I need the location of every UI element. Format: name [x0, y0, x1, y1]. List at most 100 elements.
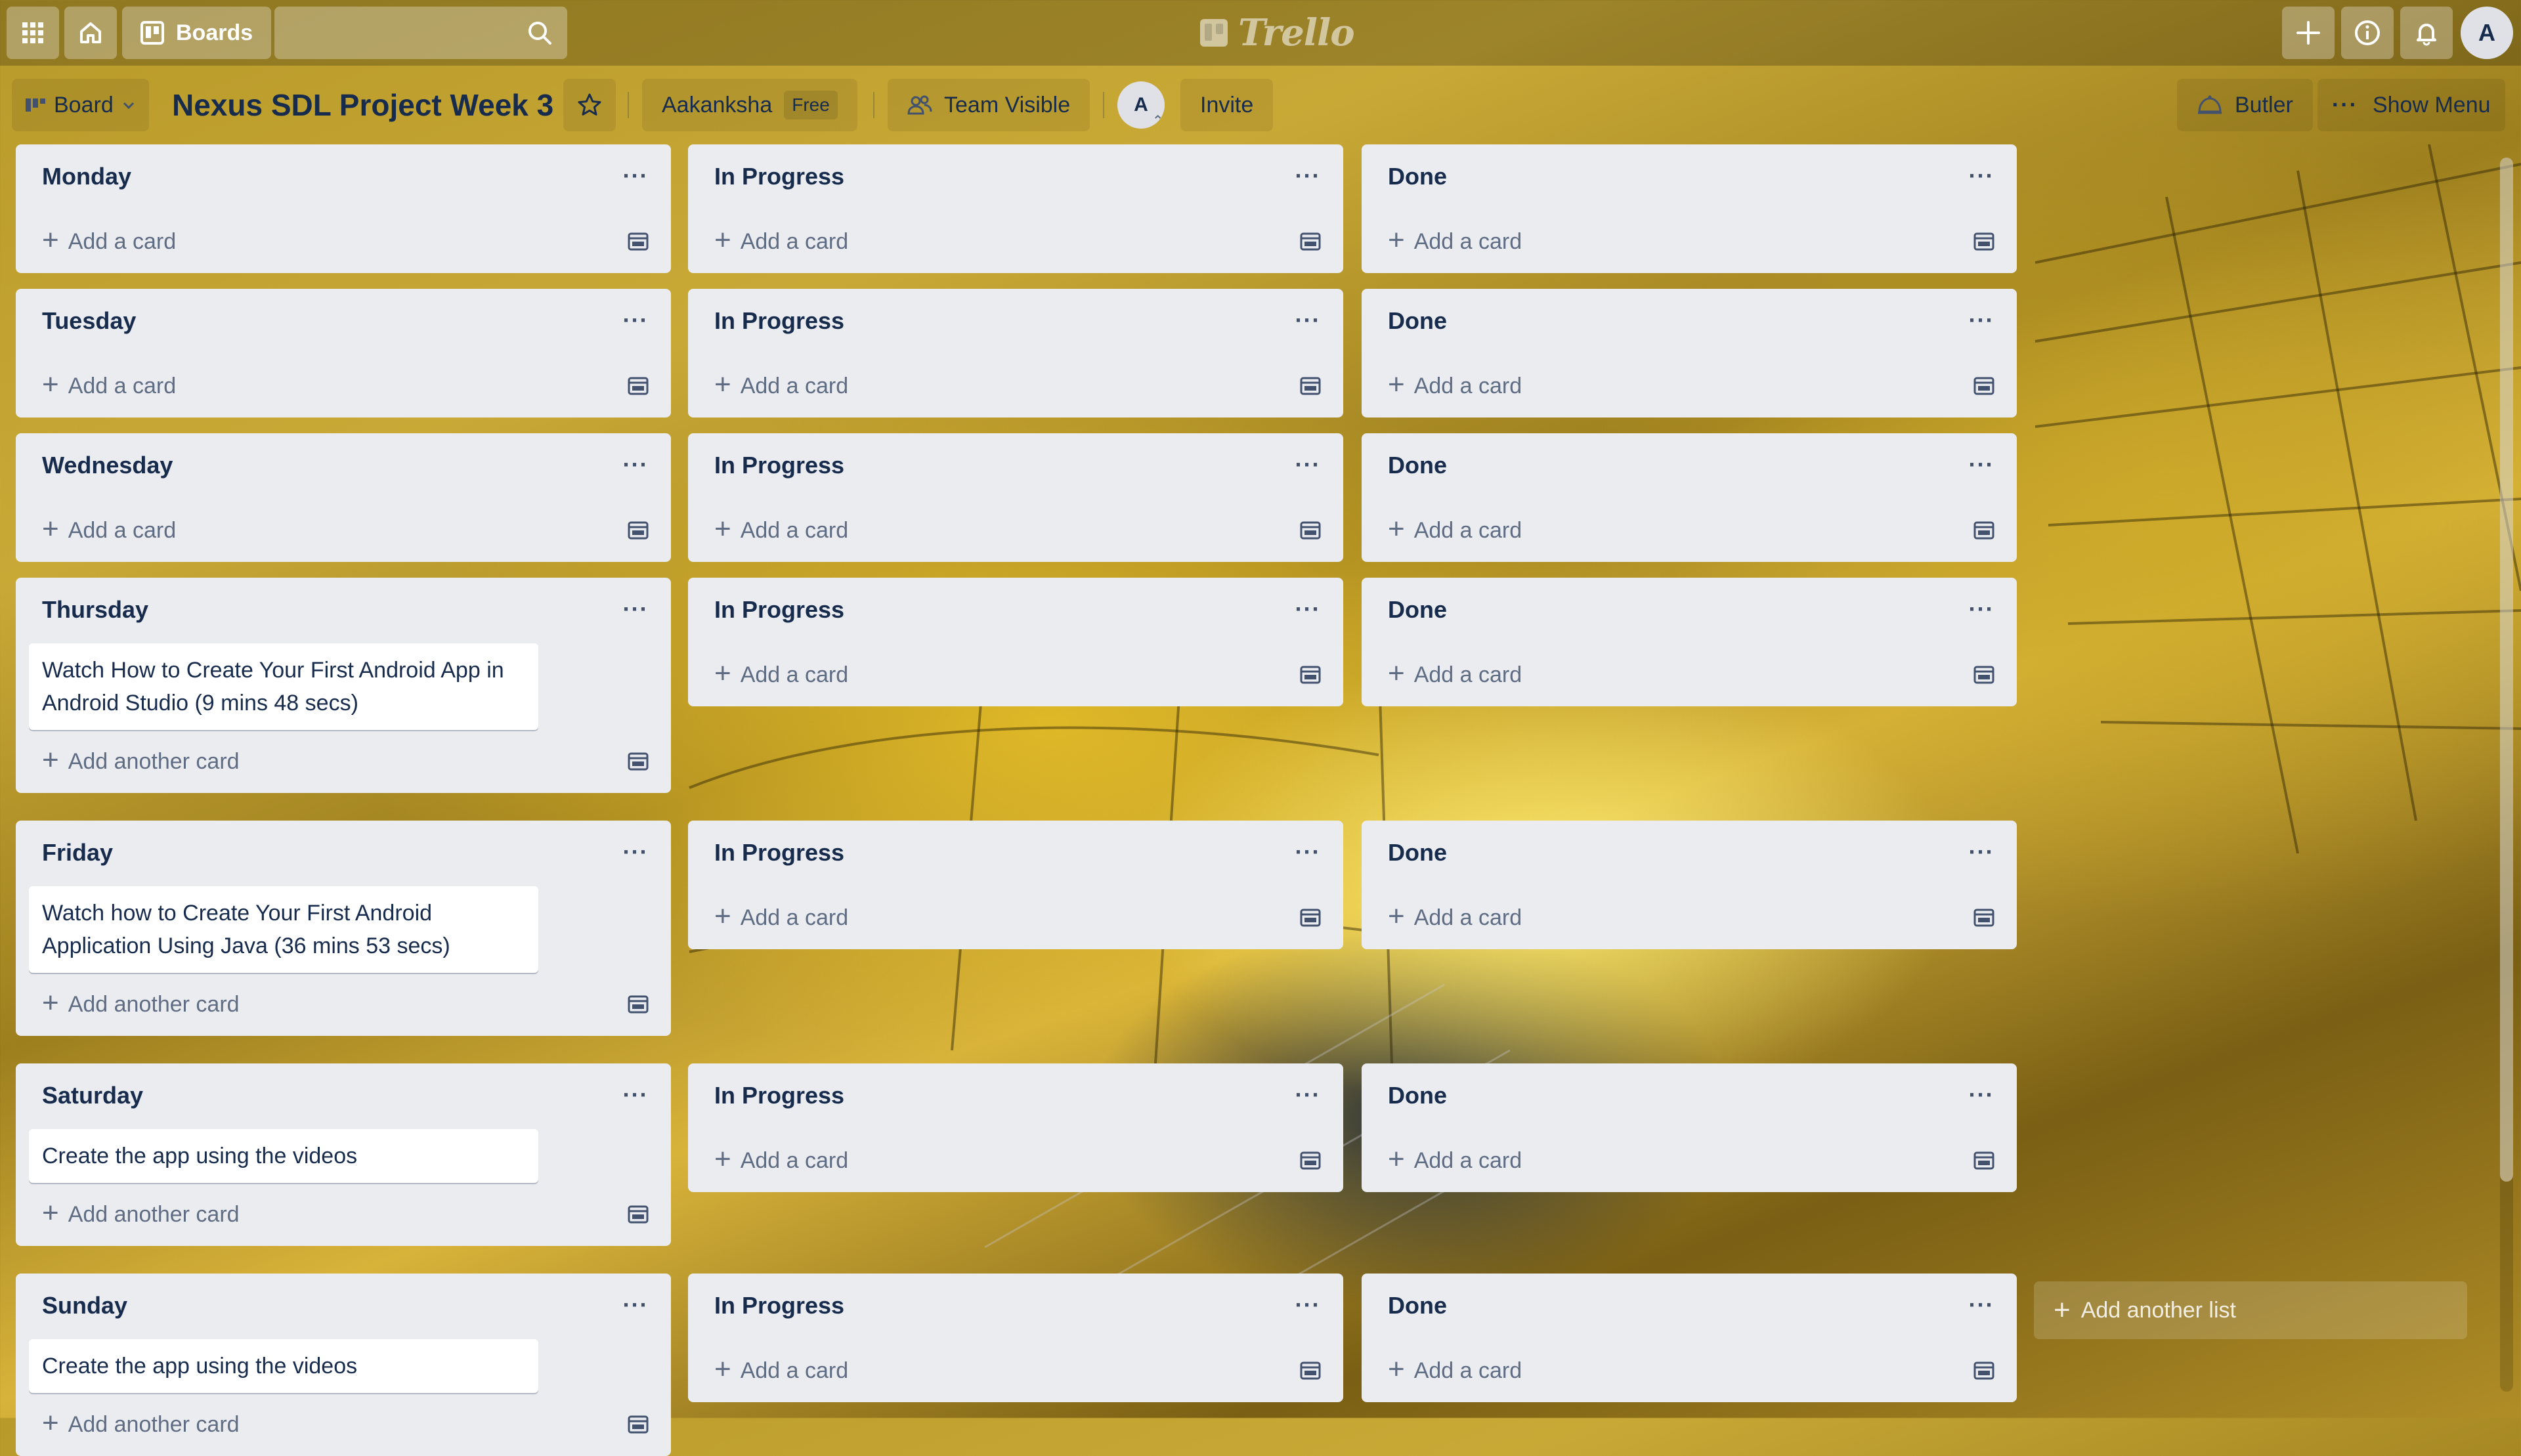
- card-template-icon[interactable]: [1295, 659, 1326, 691]
- card-template-icon[interactable]: [1295, 226, 1326, 257]
- user-avatar[interactable]: A: [2461, 7, 2513, 59]
- list-menu-button[interactable]: ···: [1962, 1075, 2001, 1115]
- list-menu-button[interactable]: ···: [616, 301, 655, 340]
- card[interactable]: Create the app using the videos: [29, 1129, 538, 1183]
- board-scrollbar[interactable]: [2500, 158, 2513, 1392]
- list-title[interactable]: In Progress: [714, 163, 844, 190]
- list-title[interactable]: Done: [1388, 1292, 1447, 1319]
- add-card-button[interactable]: + Add a card: [1377, 1140, 1532, 1182]
- add-card-button[interactable]: + Add a card: [1377, 897, 1532, 939]
- member-avatar[interactable]: A ⌃: [1117, 81, 1165, 129]
- add-card-button[interactable]: + Add a card: [704, 509, 859, 551]
- add-another-card-button[interactable]: + Add another card: [32, 1403, 250, 1445]
- add-another-card-button[interactable]: + Add another card: [32, 1193, 250, 1235]
- card-template-icon[interactable]: [1968, 226, 2000, 257]
- card-template-icon[interactable]: [1295, 1145, 1326, 1176]
- list-menu-button[interactable]: ···: [1962, 589, 2001, 629]
- trello-logo[interactable]: Trello: [1199, 11, 1355, 54]
- add-card-button[interactable]: + Add a card: [704, 1350, 859, 1392]
- add-another-list-button[interactable]: + Add another list: [2034, 1281, 2467, 1339]
- card-template-icon[interactable]: [622, 515, 654, 546]
- card[interactable]: Watch How to Create Your First Android A…: [29, 643, 538, 730]
- list-title[interactable]: Friday: [42, 839, 113, 867]
- add-card-button[interactable]: + Add a card: [1377, 221, 1532, 263]
- list-title[interactable]: Done: [1388, 163, 1447, 190]
- list-menu-button[interactable]: ···: [1962, 445, 2001, 484]
- list-menu-button[interactable]: ···: [1288, 301, 1327, 340]
- add-card-button[interactable]: + Add a card: [704, 897, 859, 939]
- scrollbar-thumb[interactable]: [2500, 158, 2513, 1182]
- list-title[interactable]: Wednesday: [42, 452, 173, 479]
- card[interactable]: Create the app using the videos: [29, 1339, 538, 1393]
- star-board-button[interactable]: [563, 79, 616, 131]
- boards-button[interactable]: Boards: [122, 7, 272, 59]
- add-another-card-button[interactable]: + Add another card: [32, 983, 250, 1025]
- card-template-icon[interactable]: [1295, 370, 1326, 402]
- list-title[interactable]: In Progress: [714, 307, 844, 335]
- list-menu-button[interactable]: ···: [1288, 832, 1327, 872]
- list-title[interactable]: Saturday: [42, 1082, 143, 1109]
- board-view-switcher[interactable]: Board: [12, 79, 149, 131]
- search-input[interactable]: [274, 7, 532, 59]
- list-title[interactable]: In Progress: [714, 1082, 844, 1109]
- list-title[interactable]: Monday: [42, 163, 131, 190]
- list-menu-button[interactable]: ···: [616, 445, 655, 484]
- list-title[interactable]: In Progress: [714, 839, 844, 867]
- invite-button[interactable]: Invite: [1180, 79, 1274, 131]
- add-card-button[interactable]: + Add a card: [1377, 1350, 1532, 1392]
- butler-button[interactable]: Butler: [2177, 79, 2313, 131]
- list-menu-button[interactable]: ···: [1962, 301, 2001, 340]
- list-menu-button[interactable]: ···: [616, 832, 655, 872]
- list-title[interactable]: Thursday: [42, 596, 148, 624]
- card[interactable]: Watch how to Create Your First Android A…: [29, 886, 538, 973]
- card-template-icon[interactable]: [1295, 515, 1326, 546]
- search-icon[interactable]: [527, 20, 553, 46]
- list-title[interactable]: Done: [1388, 452, 1447, 479]
- card-template-icon[interactable]: [622, 226, 654, 257]
- team-button[interactable]: Aakanksha Free: [642, 79, 857, 131]
- add-card-button[interactable]: + Add a card: [704, 654, 859, 696]
- list-menu-button[interactable]: ···: [1288, 1285, 1327, 1325]
- card-template-icon[interactable]: [622, 1409, 654, 1440]
- list-menu-button[interactable]: ···: [1288, 156, 1327, 196]
- add-card-button[interactable]: + Add a card: [32, 365, 186, 407]
- list-title[interactable]: In Progress: [714, 452, 844, 479]
- notifications-button[interactable]: [2400, 7, 2453, 59]
- card-template-icon[interactable]: [1968, 515, 2000, 546]
- list-menu-button[interactable]: ···: [1288, 589, 1327, 629]
- list-title[interactable]: Tuesday: [42, 307, 136, 335]
- add-card-button[interactable]: + Add a card: [1377, 509, 1532, 551]
- list-title[interactable]: Sunday: [42, 1292, 127, 1319]
- card-template-icon[interactable]: [622, 989, 654, 1020]
- add-card-button[interactable]: + Add a card: [32, 509, 186, 551]
- list-menu-button[interactable]: ···: [1962, 832, 2001, 872]
- card-template-icon[interactable]: [1295, 1355, 1326, 1386]
- list-title[interactable]: Done: [1388, 1082, 1447, 1109]
- card-template-icon[interactable]: [622, 370, 654, 402]
- board-title[interactable]: Nexus SDL Project Week 3: [163, 79, 563, 131]
- list-menu-button[interactable]: ···: [1288, 445, 1327, 484]
- home-button[interactable]: [64, 7, 117, 59]
- add-another-card-button[interactable]: + Add another card: [32, 740, 250, 782]
- list-menu-button[interactable]: ···: [1962, 1285, 2001, 1325]
- card-template-icon[interactable]: [1968, 370, 2000, 402]
- list-title[interactable]: Done: [1388, 839, 1447, 867]
- add-card-button[interactable]: + Add a card: [704, 221, 859, 263]
- create-button[interactable]: [2282, 7, 2335, 59]
- list-title[interactable]: Done: [1388, 307, 1447, 335]
- card-template-icon[interactable]: [1968, 1355, 2000, 1386]
- card-template-icon[interactable]: [1295, 902, 1326, 933]
- apps-grid-button[interactable]: [7, 7, 59, 59]
- list-menu-button[interactable]: ···: [616, 156, 655, 196]
- card-template-icon[interactable]: [1968, 1145, 2000, 1176]
- list-title[interactable]: In Progress: [714, 596, 844, 624]
- add-card-button[interactable]: + Add a card: [704, 365, 859, 407]
- add-card-button[interactable]: + Add a card: [32, 221, 186, 263]
- show-menu-button[interactable]: ··· Show Menu: [2317, 79, 2505, 131]
- add-card-button[interactable]: + Add a card: [704, 1140, 859, 1182]
- add-card-button[interactable]: + Add a card: [1377, 365, 1532, 407]
- visibility-button[interactable]: Team Visible: [888, 79, 1090, 131]
- list-menu-button[interactable]: ···: [616, 589, 655, 629]
- add-card-button[interactable]: + Add a card: [1377, 654, 1532, 696]
- list-title[interactable]: Done: [1388, 596, 1447, 624]
